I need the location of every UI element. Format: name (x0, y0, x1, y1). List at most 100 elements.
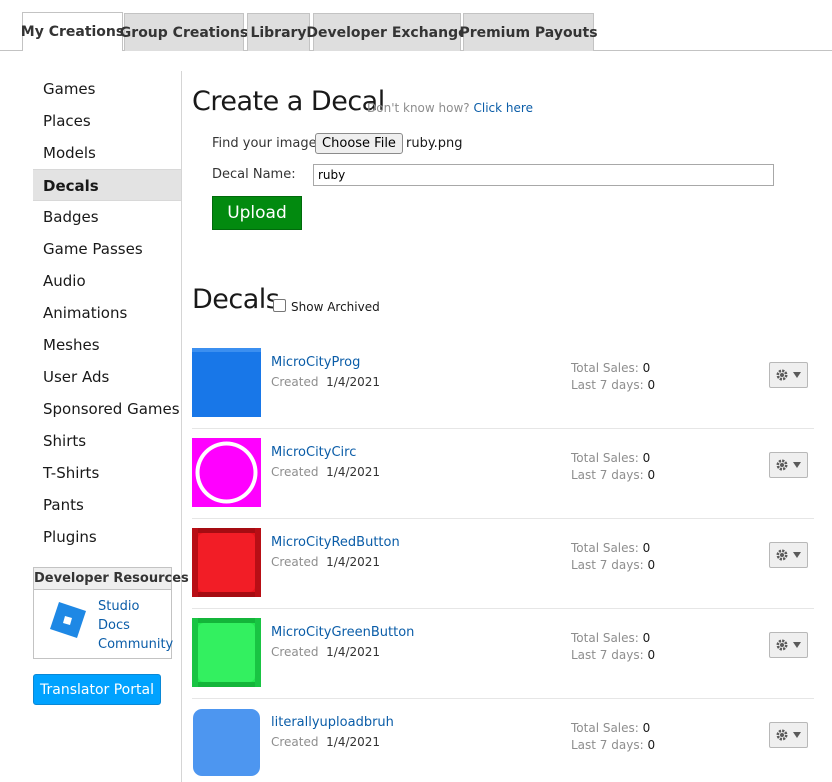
decal-sales: Total Sales: 0 Last 7 days: 0 (571, 630, 655, 664)
developer-resources-panel: Developer Resources Studio Docs Communit… (33, 567, 189, 659)
gear-icon (776, 549, 801, 561)
tab-library[interactable]: Library (247, 13, 310, 51)
magenta-circle-thumbnail[interactable] (192, 438, 261, 507)
gear-dropdown-button[interactable] (769, 452, 808, 478)
total-sales-label: Total Sales: (571, 361, 639, 375)
decals-heading: Decals (192, 284, 280, 315)
sidebar-item-game-passes[interactable]: Game Passes (33, 233, 182, 265)
translator-portal-label: Translator Portal (40, 681, 154, 698)
decal-sales: Total Sales: 0 Last 7 days: 0 (571, 450, 655, 484)
created-date: 1/4/2021 (326, 465, 381, 479)
upload-button[interactable]: Upload (212, 196, 302, 230)
created-label: Created (271, 375, 319, 389)
sidebar-item-meshes[interactable]: Meshes (33, 329, 182, 361)
tab-my-creations[interactable]: My Creations (20, 12, 125, 51)
total-sales-label: Total Sales: (571, 541, 639, 555)
decal-created: Created 1/4/2021 (271, 375, 380, 389)
created-date: 1/4/2021 (326, 375, 381, 389)
total-sales-value: 0 (642, 541, 651, 555)
gear-dropdown-button[interactable] (769, 722, 808, 748)
sidebar-item-badges[interactable]: Badges (33, 201, 182, 233)
sidebar-item-animations[interactable]: Animations (33, 297, 182, 329)
find-image-label: Find your image: (212, 136, 322, 151)
decal-created: Created 1/4/2021 (271, 735, 380, 749)
decal-name-link[interactable]: literallyuploadbruh (271, 715, 394, 730)
sidebar-item-games[interactable]: Games (33, 73, 182, 105)
gear-icon (776, 459, 801, 471)
decal-row: MicroCityGreenButton Created 1/4/2021 To… (192, 609, 814, 699)
created-label: Created (271, 555, 319, 569)
page-title: Create a Decal (192, 86, 385, 117)
gear-icon (776, 369, 801, 381)
red-button-thumbnail[interactable] (192, 528, 261, 597)
translator-portal-button[interactable]: Translator Portal (33, 674, 161, 705)
help-prompt: Don't know how? (367, 101, 470, 115)
sidebar-item-models[interactable]: Models (33, 137, 182, 169)
tab-label: My Creations (20, 24, 125, 40)
tab-developer-exchange[interactable]: Developer Exchange (306, 13, 468, 51)
studio-link[interactable]: Studio (98, 597, 173, 616)
last7-value: 0 (647, 558, 656, 572)
decal-name-link[interactable]: MicroCityGreenButton (271, 625, 414, 640)
tab-group-creations[interactable]: Group Creations (120, 13, 248, 51)
total-sales-value: 0 (642, 451, 651, 465)
sidebar-item-decals[interactable]: Decals (33, 169, 182, 201)
decal-row: MicroCityRedButton Created 1/4/2021 Tota… (192, 519, 814, 609)
last7-value: 0 (647, 738, 656, 752)
docs-link[interactable]: Docs (98, 616, 173, 635)
gear-dropdown-button[interactable] (769, 362, 808, 388)
last7-value: 0 (647, 648, 656, 662)
created-label: Created (271, 645, 319, 659)
tab-premium-payouts[interactable]: Premium Payouts (459, 13, 598, 51)
tab-label: Group Creations (119, 24, 249, 41)
show-archived-label: Show Archived (291, 300, 380, 314)
total-sales-value: 0 (642, 361, 651, 375)
show-archived-checkbox[interactable] (273, 299, 286, 312)
sidebar-item-places[interactable]: Places (33, 105, 182, 137)
gear-icon (776, 639, 801, 651)
help-link[interactable]: Click here (474, 101, 533, 115)
blue-square-thumbnail[interactable] (192, 348, 261, 417)
sidebar-item-pants[interactable]: Pants (33, 489, 182, 521)
tab-label: Premium Payouts (459, 24, 598, 41)
help-text: Don't know how? Click here (367, 101, 533, 115)
tab-label: Library (250, 24, 307, 41)
selected-file-name: ruby.png (406, 136, 463, 151)
roblox-studio-icon (50, 602, 86, 638)
gear-dropdown-button[interactable] (769, 542, 808, 568)
sidebar: Games Places Models Decals Badges Game P… (33, 73, 182, 553)
last7-label: Last 7 days: (571, 648, 644, 662)
community-link[interactable]: Community (98, 635, 173, 654)
sidebar-divider (181, 71, 182, 782)
gear-dropdown-button[interactable] (769, 632, 808, 658)
created-date: 1/4/2021 (326, 555, 381, 569)
green-button-thumbnail[interactable] (192, 618, 261, 687)
blue-rounded-square-thumbnail[interactable] (192, 708, 261, 777)
decal-sales: Total Sales: 0 Last 7 days: 0 (571, 360, 655, 394)
tab-bar: My Creations Group Creations Library Dev… (0, 0, 832, 51)
choose-file-button[interactable]: Choose File (315, 133, 403, 154)
developer-resources-title: Developer Resources (34, 568, 189, 590)
sidebar-item-t-shirts[interactable]: T-Shirts (33, 457, 182, 489)
sidebar-item-audio[interactable]: Audio (33, 265, 182, 297)
sidebar-item-plugins[interactable]: Plugins (33, 521, 182, 553)
total-sales-label: Total Sales: (571, 631, 639, 645)
tab-label: Developer Exchange (306, 24, 468, 41)
decal-name-link[interactable]: MicroCityCirc (271, 445, 356, 460)
last7-label: Last 7 days: (571, 558, 644, 572)
created-date: 1/4/2021 (326, 735, 381, 749)
total-sales-value: 0 (642, 631, 651, 645)
decal-name-link[interactable]: MicroCityRedButton (271, 535, 400, 550)
decal-name-link[interactable]: MicroCityProg (271, 355, 360, 370)
decal-name-input[interactable] (313, 164, 774, 186)
decal-created: Created 1/4/2021 (271, 555, 380, 569)
created-date: 1/4/2021 (326, 645, 381, 659)
sidebar-item-sponsored-games[interactable]: Sponsored Games (33, 393, 182, 425)
last7-value: 0 (647, 378, 656, 392)
sidebar-item-shirts[interactable]: Shirts (33, 425, 182, 457)
sidebar-item-user-ads[interactable]: User Ads (33, 361, 182, 393)
total-sales-value: 0 (642, 721, 651, 735)
decal-created: Created 1/4/2021 (271, 645, 380, 659)
decal-row: literallyuploadbruh Created 1/4/2021 Tot… (192, 699, 814, 782)
last7-label: Last 7 days: (571, 738, 644, 752)
